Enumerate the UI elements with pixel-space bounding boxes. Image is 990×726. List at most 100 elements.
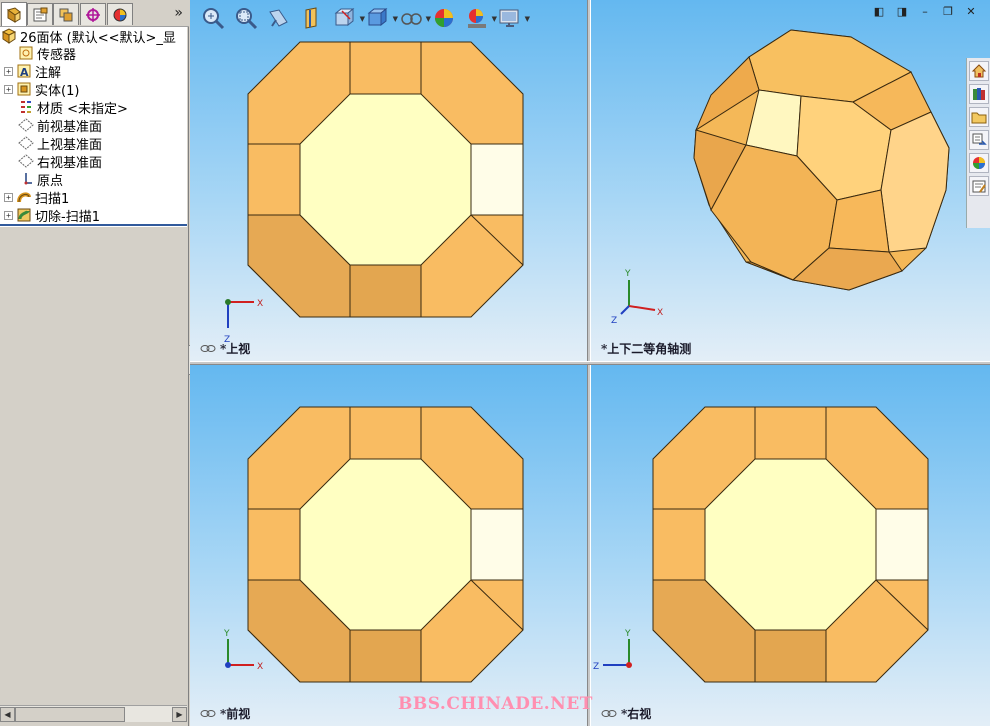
dimxpert-tab[interactable] <box>80 3 106 25</box>
tree-item-label: 注解 <box>35 65 62 81</box>
more-tabs-button[interactable]: » <box>174 5 183 21</box>
custom-properties-icon <box>972 180 986 193</box>
viewport-top[interactable]: X Z *上视 <box>190 0 587 361</box>
annotation-icon: A <box>16 63 32 79</box>
view-orientation-button[interactable]: ▼ <box>332 5 365 31</box>
home-button[interactable] <box>969 61 989 81</box>
expand-icon[interactable]: + <box>4 192 13 202</box>
cut-sweep-icon <box>16 207 32 223</box>
feature-manager-tab[interactable] <box>1 2 27 26</box>
section-view-button[interactable] <box>299 5 325 31</box>
model-top-view: X Z <box>224 41 524 345</box>
viewport-front[interactable]: Y X *前视 <box>190 365 587 726</box>
task-pane-strip <box>966 58 990 228</box>
tree-item-label: 原点 <box>37 173 64 189</box>
tree-item-top-plane[interactable]: 上视基准面 <box>18 134 102 153</box>
appearances-button[interactable] <box>969 153 989 173</box>
edit-appearance-button[interactable] <box>431 5 457 31</box>
tree-item-sensors[interactable]: 传感器 <box>18 44 77 63</box>
tree-item-origin[interactable]: 原点 <box>18 170 64 189</box>
model-front-view: Y X <box>223 406 524 683</box>
view-orientation-icon <box>334 7 355 27</box>
zoom-to-fit-button[interactable] <box>200 5 226 31</box>
tree-item-cut-sweep1[interactable]: + 切除-扫描1 <box>4 206 100 225</box>
link-icon <box>200 345 216 352</box>
plane-icon <box>18 153 34 169</box>
tree-item-material[interactable]: 材质 <未指定> <box>18 98 128 117</box>
tree-item-label: 传感器 <box>37 47 77 63</box>
origin-icon <box>18 171 34 187</box>
minimize-button[interactable]: – <box>916 5 934 19</box>
expand-icon[interactable]: + <box>4 84 13 94</box>
link-icon <box>200 710 216 717</box>
viewport-isometric[interactable]: Y X Z *上下二等角轴测 <box>591 0 990 361</box>
tree-item-solid-bodies[interactable]: + 实体(1) <box>4 80 80 99</box>
tree-item-label: 实体(1) <box>35 83 80 99</box>
edit-appearance-icon <box>435 9 453 27</box>
apply-scene-icon <box>468 9 486 28</box>
viewport-label: *上视 <box>200 340 250 357</box>
home-icon <box>971 64 987 78</box>
display-style-button[interactable]: ▼ <box>365 5 398 31</box>
view-palette-button[interactable] <box>969 130 989 150</box>
tree-item-sweep1[interactable]: + 扫描1 <box>4 188 70 207</box>
display-style-icon <box>367 7 388 27</box>
previous-view-button[interactable] <box>266 5 292 31</box>
crosshair-icon <box>86 7 100 22</box>
configuration-manager-tab[interactable] <box>53 3 79 25</box>
window-controls: ◧ ◨ – ❐ ✕ <box>865 5 980 19</box>
viewport-label: *右视 <box>601 705 651 722</box>
display-manager-tab[interactable] <box>107 3 133 25</box>
expand-icon[interactable]: + <box>4 66 13 76</box>
viewport-right[interactable]: Y Z *右视 <box>591 365 990 726</box>
horizontal-scrollbar[interactable]: ◀ ▶ <box>0 705 187 722</box>
part-icon <box>1 28 17 44</box>
apply-scene-button[interactable]: ▼ <box>464 5 497 31</box>
scroll-thumb[interactable] <box>15 707 125 722</box>
viewport-label: *上下二等角轴测 <box>601 342 692 356</box>
property-manager-icon <box>33 7 48 21</box>
scroll-right-button[interactable]: ▶ <box>172 707 187 722</box>
close-button[interactable]: ✕ <box>962 5 980 19</box>
view-palette-icon <box>972 133 987 145</box>
section-view-icon <box>305 7 317 29</box>
tile-left-button[interactable]: ◧ <box>870 5 888 19</box>
sweep-icon <box>16 189 32 205</box>
expand-icon[interactable]: + <box>4 210 13 220</box>
tree-item-right-plane[interactable]: 右视基准面 <box>18 152 102 171</box>
viewport-divider-horizontal[interactable] <box>190 361 990 365</box>
model-isometric-view: Y X Z <box>611 29 950 326</box>
feature-tree-icon <box>6 6 21 23</box>
triad-iso: Y X Z <box>611 269 663 326</box>
tree-root[interactable]: 26面体 (默认<<默认>_显 <box>1 27 176 46</box>
tile-right-button[interactable]: ◨ <box>893 5 911 19</box>
tree-item-label: 切除-扫描1 <box>35 209 100 225</box>
tree-item-label: 材质 <未指定> <box>37 101 128 117</box>
zoom-to-area-button[interactable] <box>233 5 259 31</box>
axis-label-z: Z <box>593 662 599 672</box>
design-library-button[interactable] <box>969 84 989 104</box>
axis-label-x: X <box>257 662 263 672</box>
display-pie-icon <box>113 8 127 21</box>
hide-show-items-button[interactable]: ▼ <box>398 5 431 31</box>
restore-button[interactable]: ❐ <box>939 5 957 19</box>
tree-item-label: 前视基准面 <box>37 119 103 135</box>
heads-up-view-toolbar: ▼ ▼ ▼ ▼ ▼ <box>200 2 530 34</box>
appearances-icon <box>973 157 985 169</box>
svg-text:A: A <box>20 66 29 79</box>
zoom-to-area-icon <box>236 8 258 30</box>
tree-item-front-plane[interactable]: 前视基准面 <box>18 116 103 135</box>
axis-label-y: Y <box>223 629 230 639</box>
view-settings-button[interactable]: ▼ <box>497 5 530 31</box>
custom-properties-button[interactable] <box>969 176 989 196</box>
tree-item-annotations[interactable]: + A 注解 <box>4 62 62 81</box>
feature-manager-panel: » 26面体 (默认<<默认>_显 传感器 + A 注解 + 实体(1) 材质 … <box>0 0 189 726</box>
feature-tree: 26面体 (默认<<默认>_显 传感器 + A 注解 + 实体(1) 材质 <未… <box>0 27 187 227</box>
property-manager-tab[interactable] <box>27 3 53 25</box>
axis-label-y: Y <box>624 629 631 639</box>
file-explorer-button[interactable] <box>969 107 989 127</box>
scroll-left-button[interactable]: ◀ <box>0 707 15 722</box>
tree-item-label: 扫描1 <box>35 191 70 207</box>
solid-body-icon <box>16 81 32 97</box>
model-right-view: Y Z <box>593 406 929 683</box>
